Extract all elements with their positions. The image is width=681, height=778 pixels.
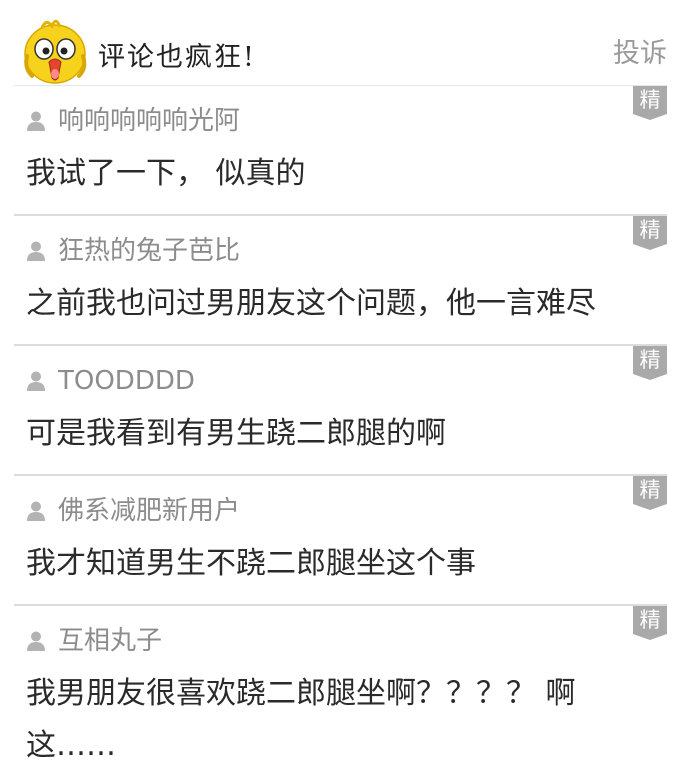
comments-header: 评论也疯狂! 投诉 [0, 0, 681, 86]
user-icon [26, 370, 46, 392]
comment-item: 狂热的兔子芭比 之前我也问过男朋友这个问题，他一言难尽 精 [14, 216, 667, 346]
featured-badge: 精 [633, 346, 667, 380]
comment-author: TOODDDD [26, 364, 195, 398]
comment-list: 响响响响响光阿 我试了一下， 似真的 精 狂热的兔子芭比 之前我也问过男朋友这个… [0, 86, 681, 776]
comment-text: 我才知道男生不跷二郎腿坐这个事 [26, 546, 476, 581]
username[interactable]: 互相丸子 [58, 624, 162, 658]
featured-badge-label: 精 [639, 88, 661, 112]
featured-badge: 精 [633, 86, 667, 120]
header-title: 评论也疯狂! [98, 42, 256, 73]
featured-badge-label: 精 [639, 608, 661, 632]
featured-badge-label: 精 [639, 218, 661, 242]
comment-author: 互相丸子 [26, 624, 162, 658]
yellow-bird-mascot-icon [22, 16, 92, 86]
featured-badge-label: 精 [639, 348, 661, 372]
comment-author: 响响响响响光阿 [26, 104, 240, 138]
report-button[interactable]: 投诉 [613, 36, 667, 72]
comment-text: 我试了一下， 似真的 [26, 156, 306, 191]
comment-author: 狂热的兔子芭比 [26, 234, 240, 268]
user-icon [26, 500, 46, 522]
username[interactable]: 响响响响响光阿 [58, 104, 240, 138]
user-icon [26, 630, 46, 652]
comment-item: 互相丸子 我男朋友很喜欢跷二郎腿坐啊？？？？ 啊这…… 精 [14, 606, 667, 776]
featured-badge-label: 精 [639, 478, 661, 502]
username[interactable]: TOODDDD [58, 364, 195, 398]
comment-text: 之前我也问过男朋友这个问题，他一言难尽 [26, 286, 596, 321]
user-icon [26, 110, 46, 132]
featured-badge: 精 [633, 216, 667, 250]
comment-text: 可是我看到有男生跷二郎腿的啊 [26, 416, 446, 451]
user-icon [26, 240, 46, 262]
username[interactable]: 佛系减肥新用户 [58, 494, 240, 528]
comment-author: 佛系减肥新用户 [26, 494, 240, 528]
comment-item: TOODDDD 可是我看到有男生跷二郎腿的啊 精 [14, 346, 667, 476]
featured-badge: 精 [633, 606, 667, 640]
comment-item: 佛系减肥新用户 我才知道男生不跷二郎腿坐这个事 精 [14, 476, 667, 606]
comment-text: 我男朋友很喜欢跷二郎腿坐啊？？？？ 啊这…… [26, 676, 576, 763]
featured-badge: 精 [633, 476, 667, 510]
comment-item: 响响响响响光阿 我试了一下， 似真的 精 [14, 86, 667, 216]
username[interactable]: 狂热的兔子芭比 [58, 234, 240, 268]
